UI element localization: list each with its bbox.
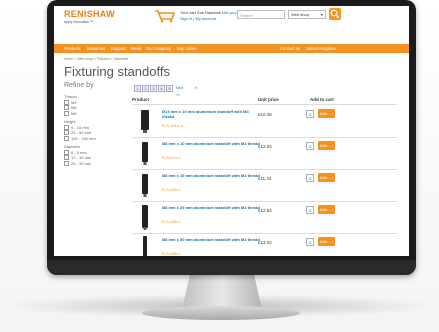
table-row: Ø13 mm x 10 mm aluminium standoff with M…: [132, 106, 397, 137]
next-page-link[interactable]: Next >>: [176, 85, 183, 99]
checkbox[interactable]: [64, 105, 69, 111]
column-header-product: Product: [132, 97, 150, 102]
product-image[interactable]: [138, 108, 152, 134]
nav-our-company[interactable]: Our company: [146, 44, 171, 53]
product-code: R-S-550-4: [162, 251, 181, 256]
site-tagline: apply innovation™: [64, 20, 93, 24]
search-scope-value: Web shop: [291, 12, 309, 17]
product-name-link[interactable]: Ø13 mm x 10 mm aluminium standoff with M…: [162, 109, 262, 119]
checkbox[interactable]: [64, 135, 69, 141]
add-to-cart-button[interactable]: Add ›: [318, 205, 335, 214]
product-image[interactable]: [138, 204, 152, 230]
search-icon: [330, 9, 340, 19]
add-to-cart-button[interactable]: Add ›: [318, 173, 335, 182]
chevron-down-icon: ▾: [320, 12, 323, 17]
page-3[interactable]: 3: [150, 85, 157, 92]
add-to-cart-button[interactable]: Add ›: [318, 237, 335, 246]
page-5[interactable]: 5: [166, 85, 173, 92]
breadcrumb[interactable]: Home > Web shop > Fixtures > Standoffs: [64, 57, 128, 61]
cart-icon[interactable]: [154, 9, 176, 23]
user-name: Zoe Haddock: [197, 10, 221, 15]
table-row: Ø8 mm x 15 mm aluminium standoff with M4…: [132, 170, 397, 201]
filter-option[interactable]: 25 - 30 mm: [64, 161, 91, 167]
filter-group-height: Height 5 - 15 mm 20 - 50 mm 100 - 150 mm: [64, 119, 96, 141]
monitor-stand: [182, 274, 262, 310]
chevron-right-icon: ›: [331, 207, 333, 212]
filter-option[interactable]: 100 - 150 mm: [64, 136, 96, 142]
product-image[interactable]: [138, 236, 152, 256]
page-1[interactable]: 1: [134, 85, 141, 92]
quantity-input[interactable]: 1: [306, 206, 314, 214]
product-name-link[interactable]: Ø8 mm x 50 mm aluminium standoff with M4…: [162, 237, 262, 242]
checkbox[interactable]: [64, 160, 69, 166]
divider: [132, 104, 397, 105]
monitor-chin: [47, 260, 416, 275]
nav-contact-us[interactable]: Contact us: [280, 44, 300, 53]
cart-summary: Your cart Zoe Haddock Not you? Sign in |…: [180, 10, 238, 22]
last-page-link[interactable]: >l: [194, 85, 197, 92]
table-row: Ø8 mm x 25 mm aluminium standoff with M4…: [132, 202, 397, 233]
checkbox[interactable]: [64, 130, 69, 136]
page-2[interactable]: 2: [142, 85, 149, 92]
column-header-cart: Add to cart: [310, 97, 334, 102]
product-image[interactable]: [138, 172, 152, 198]
product-name-link[interactable]: Ø8 mm x 10 mm aluminium standoff with M4…: [162, 141, 262, 146]
search-button[interactable]: [329, 8, 341, 20]
add-to-cart-button[interactable]: Add ›: [318, 109, 335, 118]
table-row: Ø8 mm x 50 mm aluminium standoff with M4…: [132, 234, 397, 256]
unit-price: £10.45: [258, 112, 272, 117]
unit-price: £12.54: [258, 208, 272, 213]
nav-country[interactable]: United Kingdom: [306, 44, 336, 53]
main-nav: Products Industries Support News Our com…: [54, 44, 409, 53]
checkbox[interactable]: [64, 110, 69, 116]
product-code: R-S-1010-4: [162, 123, 183, 128]
unit-price: £11.44: [258, 176, 272, 181]
browser-screen: RENISHAW apply innovation™ Your cart Zoe…: [54, 6, 409, 256]
nav-support[interactable]: Support: [111, 44, 126, 53]
site-header: RENISHAW apply innovation™ Your cart Zoe…: [54, 6, 409, 44]
add-to-cart-button[interactable]: Add ›: [318, 141, 335, 150]
quantity-input[interactable]: 1: [306, 110, 314, 118]
nav-buy-online[interactable]: Buy online: [177, 44, 197, 53]
product-image[interactable]: [138, 140, 152, 166]
search-scope-select[interactable]: Web shop ▾: [288, 10, 326, 19]
product-code: R-S-520-4: [162, 187, 181, 192]
page-title: Fixturing standoffs: [64, 64, 170, 79]
cart-label[interactable]: Your cart: [180, 10, 196, 15]
nav-news[interactable]: News: [131, 44, 141, 53]
nav-industries[interactable]: Industries: [87, 44, 105, 53]
filter-option[interactable]: M8: [64, 111, 77, 117]
chevron-right-icon: ›: [331, 143, 333, 148]
search-input[interactable]: Search: [237, 10, 285, 19]
checkbox[interactable]: [64, 155, 69, 161]
site-logo[interactable]: RENISHAW: [64, 9, 115, 19]
nav-products[interactable]: Products: [64, 44, 81, 53]
unit-price: £13.22: [258, 240, 272, 245]
column-header-price: Unit price: [258, 97, 279, 102]
product-name-link[interactable]: Ø8 mm x 25 mm aluminium standoff with M4…: [162, 205, 262, 210]
quantity-input[interactable]: 1: [306, 174, 314, 182]
product-name-link[interactable]: Ø8 mm x 15 mm aluminium standoff with M4…: [162, 173, 262, 178]
quantity-input[interactable]: 1: [306, 142, 314, 150]
chevron-right-icon: ›: [331, 239, 333, 244]
product-code: R-S-510-4: [162, 155, 181, 160]
table-row: Ø8 mm x 10 mm aluminium standoff with M4…: [132, 138, 397, 169]
chevron-right-icon: ›: [331, 175, 333, 180]
desk-scene: RENISHAW apply innovation™ Your cart Zoe…: [0, 0, 439, 332]
page-4[interactable]: 4: [158, 85, 165, 92]
unit-price: £12.24: [258, 144, 272, 149]
filter-group-diameter: Diameter 6 - 9 mm 12 - 15 mm 25 - 30 mm: [64, 144, 91, 166]
filter-group-thread: Thread M4 M6 M8: [64, 94, 77, 116]
not-you-link[interactable]: Not you?: [222, 10, 238, 15]
quantity-input[interactable]: 1: [306, 238, 314, 246]
refine-heading: Refine by: [64, 82, 94, 89]
monitor-base: [142, 306, 300, 320]
chevron-right-icon: ›: [331, 111, 333, 116]
account-links[interactable]: Sign in | My account: [180, 16, 216, 21]
product-code: R-S-525-4: [162, 219, 181, 224]
